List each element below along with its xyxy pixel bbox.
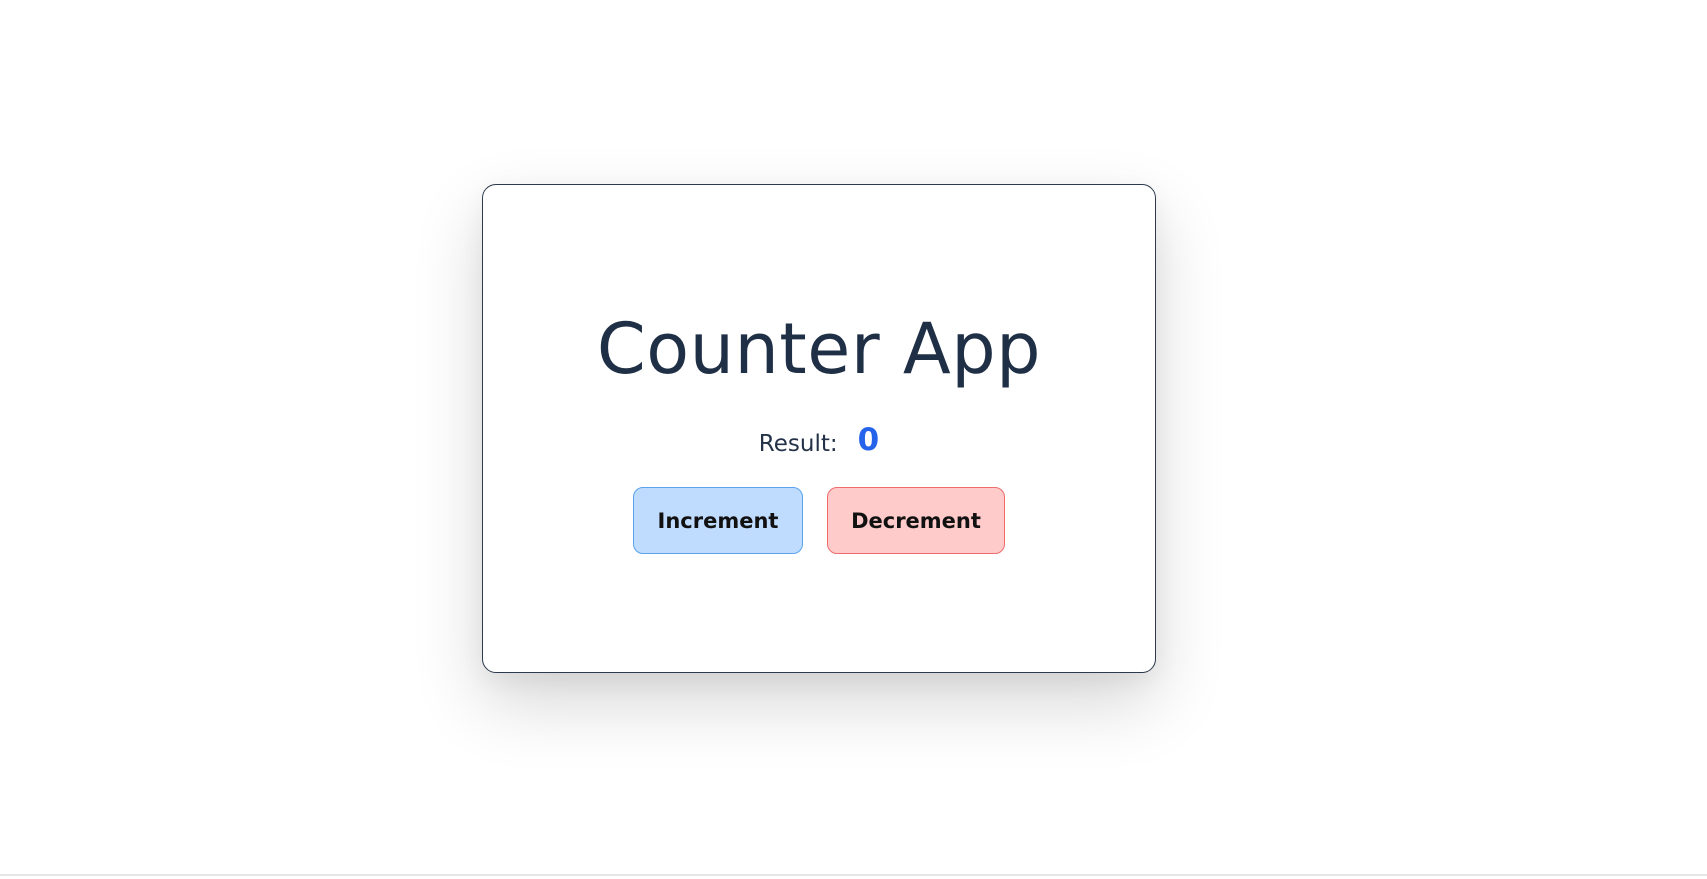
app-title: Counter App <box>596 308 1042 390</box>
decrement-button[interactable]: Decrement <box>827 487 1005 554</box>
result-value: 0 <box>857 422 880 458</box>
increment-button[interactable]: Increment <box>633 487 803 554</box>
result-label: Result: <box>758 431 838 457</box>
page-bottom-divider <box>0 874 1707 876</box>
button-group: Increment Decrement <box>483 487 1155 554</box>
counter-card: Counter App Result: 0 Increment Decremen… <box>482 184 1156 673</box>
result-row: Result: 0 <box>483 422 1155 462</box>
